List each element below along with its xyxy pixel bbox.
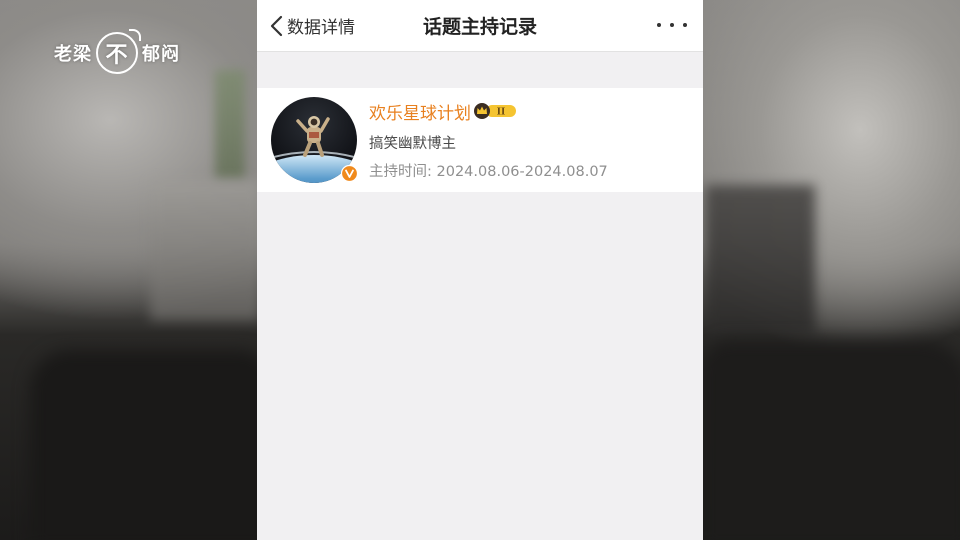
watermark-circle-logo: 不 [96,29,141,74]
background-shelf-left [150,180,260,320]
background-sofa-left [30,350,270,540]
more-options-button[interactable] [657,16,687,34]
more-dot-icon [683,23,687,27]
background-sofa-right [700,340,960,540]
back-button-label: 数据详情 [287,18,355,38]
name-row: 欢乐星球计划 II [369,99,608,124]
more-dot-icon [670,23,674,27]
avatar-container[interactable] [271,97,358,183]
host-time-row: 主持时间: 2024.08.06-2024.08.07 [369,160,608,181]
channel-watermark: 老梁 不 郁闷 [54,29,180,74]
video-frame: 老梁 不 郁闷 数据详情 话题主持记录 欢乐星球计划 II 搞笑幽默博主 主持时… [0,0,960,540]
host-record-list: 欢乐星球计划 II 搞笑幽默博主 主持时间: 2024.08.06-2024.0… [257,88,703,192]
host-record-item[interactable]: 欢乐星球计划 II 搞笑幽默博主 主持时间: 2024.08.06-2024.0… [257,88,703,192]
watermark-circle-text: 不 [105,43,129,68]
watermark-right-text: 郁闷 [142,44,180,65]
chevron-left-icon [270,15,283,36]
host-description: 搞笑幽默博主 [369,136,456,152]
background-plant [215,70,245,180]
crown-level-badge-icon: II [474,103,516,119]
background-shelf-right [705,185,815,335]
host-time-label: 主持时间: [369,164,432,180]
more-dot-icon [657,23,661,27]
host-name[interactable]: 欢乐星球计划 [369,99,471,124]
watermark-left-text: 老梁 [54,44,92,65]
phone-screen: 数据详情 话题主持记录 欢乐星球计划 II 搞笑幽默博主 主持时间: 2024.… [257,0,703,540]
back-button[interactable]: 数据详情 [269,0,355,51]
navigation-bar: 数据详情 话题主持记录 [257,0,703,52]
host-time-value: 2024.08.06-2024.08.07 [436,164,608,180]
verified-v-icon [341,165,358,182]
record-info: 欢乐星球计划 II 搞笑幽默博主 主持时间: 2024.08.06-2024.0… [369,99,608,181]
badge-level-text: II [497,108,505,118]
